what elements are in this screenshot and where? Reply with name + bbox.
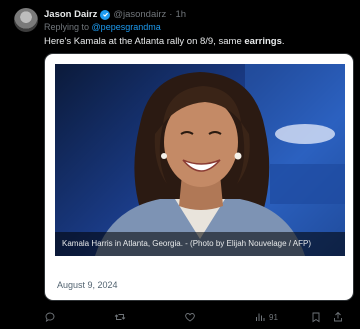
share-button[interactable] <box>332 311 344 323</box>
reply-context: Replying to @pepesgrandma <box>44 22 161 32</box>
reply-prefix: Replying to <box>44 22 90 32</box>
tweet-text: Here's Kamala at the Atlanta rally on 8/… <box>44 36 285 47</box>
views-count: 91 <box>269 312 278 322</box>
views-button[interactable]: 91 <box>254 311 278 323</box>
separator: · <box>169 9 173 20</box>
bookmark-icon <box>312 312 320 323</box>
media-photo[interactable]: Kamala Harris in Atlanta, Georgia. - (Ph… <box>55 64 345 256</box>
tweet-text-start: Here's Kamala at the Atlanta rally on 8/… <box>44 36 245 47</box>
like-button[interactable] <box>184 311 196 323</box>
action-bar: 91 <box>44 311 354 325</box>
retweet-icon <box>114 314 126 320</box>
tweet: Jason Dairz @jasondairz · 1h Replying to… <box>0 0 360 329</box>
retweet-button[interactable] <box>114 311 126 323</box>
author-name[interactable]: Jason Dairz <box>44 9 97 20</box>
author-handle[interactable]: @jasondairz <box>113 9 166 20</box>
verified-badge-icon <box>100 9 111 20</box>
like-icon <box>185 313 195 322</box>
photo-illustration <box>95 64 345 256</box>
timestamp[interactable]: 1h <box>175 9 186 20</box>
media-date: August 9, 2024 <box>57 280 118 290</box>
share-icon <box>334 311 342 322</box>
bookmark-button[interactable] <box>310 311 322 323</box>
views-icon <box>256 313 265 321</box>
tweet-header: Jason Dairz @jasondairz · 1h <box>44 9 186 20</box>
avatar[interactable] <box>14 8 38 32</box>
reply-icon <box>45 312 55 322</box>
reply-mention-link[interactable]: @pepesgrandma <box>92 22 161 32</box>
tweet-text-end: . <box>281 36 285 47</box>
media-caption: Kamala Harris in Atlanta, Georgia. - (Ph… <box>55 232 345 256</box>
tweet-text-bold: earrings <box>244 36 282 47</box>
reply-button[interactable] <box>44 311 56 323</box>
media-card[interactable]: Kamala Harris in Atlanta, Georgia. - (Ph… <box>44 53 354 301</box>
